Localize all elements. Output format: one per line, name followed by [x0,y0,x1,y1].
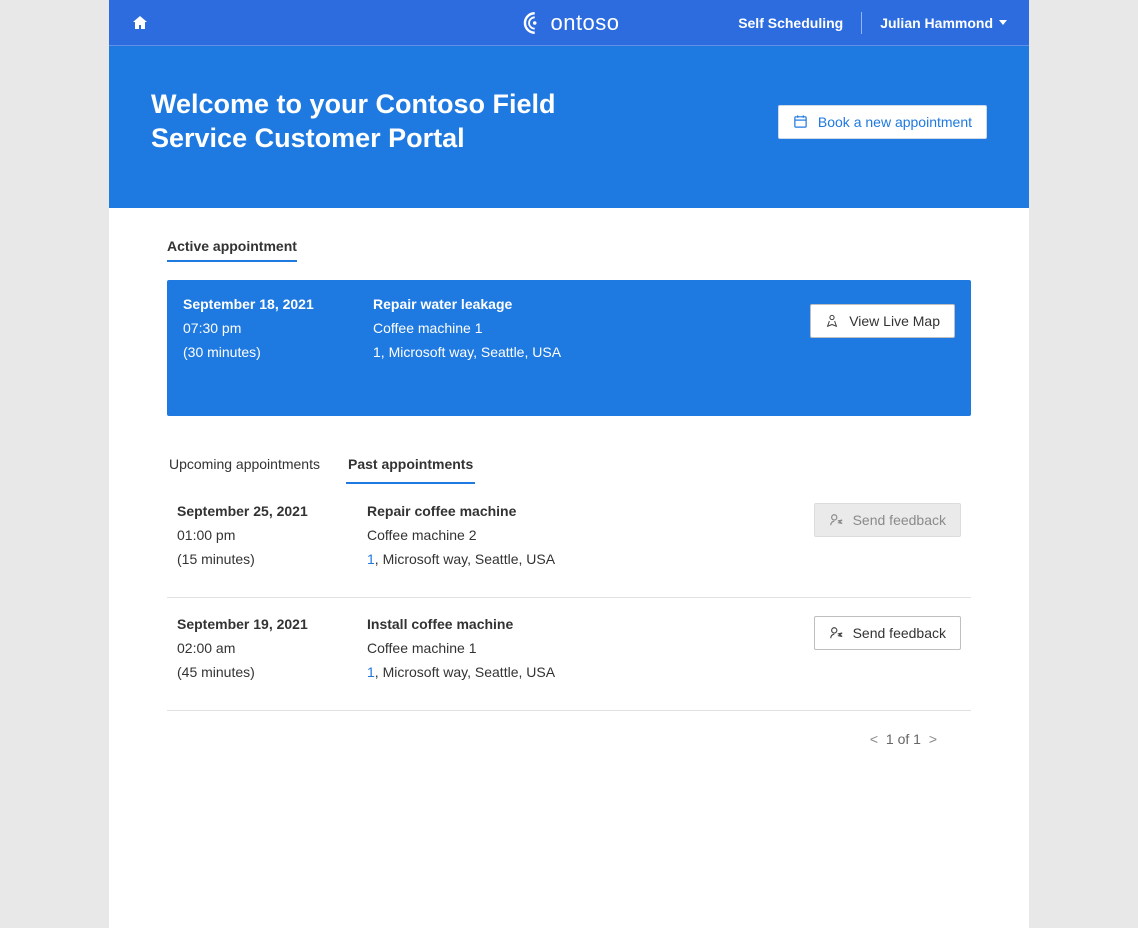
calendar-icon [793,114,808,129]
active-appointment-section: Active appointment [167,238,971,270]
nav-user-menu[interactable]: Julian Hammond [880,15,1007,31]
tab-upcoming[interactable]: Upcoming appointments [167,450,322,484]
home-icon[interactable] [131,14,149,32]
row-date-col: September 19, 2021 02:00 am (45 minutes) [177,616,327,688]
send-feedback-label: Send feedback [853,625,946,641]
nav-right: Self Scheduling Julian Hammond [738,12,1007,34]
address-link[interactable]: 1 [367,551,375,567]
send-feedback-label: Send feedback [853,512,946,528]
top-navbar: ontoso Self Scheduling Julian Hammond [109,0,1029,46]
active-duration: (30 minutes) [183,344,333,360]
chevron-down-icon [999,20,1007,25]
row-date: September 25, 2021 [177,503,327,519]
book-appointment-label: Book a new appointment [818,114,972,130]
row-date-col: September 25, 2021 01:00 pm (15 minutes) [177,503,327,575]
content-area: Active appointment September 18, 2021 07… [109,208,1029,787]
address-link[interactable]: 1 [367,664,375,680]
brand-logo: ontoso [518,10,619,36]
pager: < 1 of 1 > [167,711,971,767]
contoso-logo-icon [518,10,544,36]
pager-text: 1 of 1 [886,731,921,747]
feedback-icon [829,513,843,527]
book-appointment-button[interactable]: Book a new appointment [778,105,987,139]
send-feedback-button-disabled: Send feedback [814,503,961,537]
active-appointment-card: September 18, 2021 07:30 pm (30 minutes)… [167,280,971,416]
send-feedback-button[interactable]: Send feedback [814,616,961,650]
active-date: September 18, 2021 [183,296,333,312]
nav-divider [861,12,862,34]
appointment-row: September 25, 2021 01:00 pm (15 minutes)… [167,485,971,598]
active-date-col: September 18, 2021 07:30 pm (30 minutes) [183,296,333,368]
row-duration: (45 minutes) [177,664,327,680]
view-live-map-button[interactable]: View Live Map [810,304,955,338]
pager-prev[interactable]: < [866,731,882,747]
appointment-row: September 19, 2021 02:00 am (45 minutes)… [167,598,971,711]
nav-self-scheduling[interactable]: Self Scheduling [738,15,843,31]
tab-past[interactable]: Past appointments [346,450,475,484]
address-rest: , Microsoft way, Seattle, USA [375,664,555,680]
hero-title: Welcome to your Contoso Field Service Cu… [151,88,631,156]
active-address: 1, Microsoft way, Seattle, USA [373,344,955,360]
appointment-tabs: Upcoming appointments Past appointments [167,450,971,485]
row-address: 1, Microsoft way, Seattle, USA [367,664,961,680]
row-time: 02:00 am [177,640,327,656]
address-rest: , Microsoft way, Seattle, USA [375,551,555,567]
nav-user-name: Julian Hammond [880,15,993,31]
map-pin-icon [825,314,839,328]
view-live-map-label: View Live Map [849,313,940,329]
feedback-icon [829,626,843,640]
portal-page: ontoso Self Scheduling Julian Hammond We… [109,0,1029,928]
row-time: 01:00 pm [177,527,327,543]
pager-next[interactable]: > [925,731,941,747]
row-duration: (15 minutes) [177,551,327,567]
row-address: 1, Microsoft way, Seattle, USA [367,551,961,567]
active-appointment-heading: Active appointment [167,238,297,262]
hero-banner: Welcome to your Contoso Field Service Cu… [109,46,1029,208]
row-date: September 19, 2021 [177,616,327,632]
active-time: 07:30 pm [183,320,333,336]
brand-text: ontoso [550,10,619,36]
